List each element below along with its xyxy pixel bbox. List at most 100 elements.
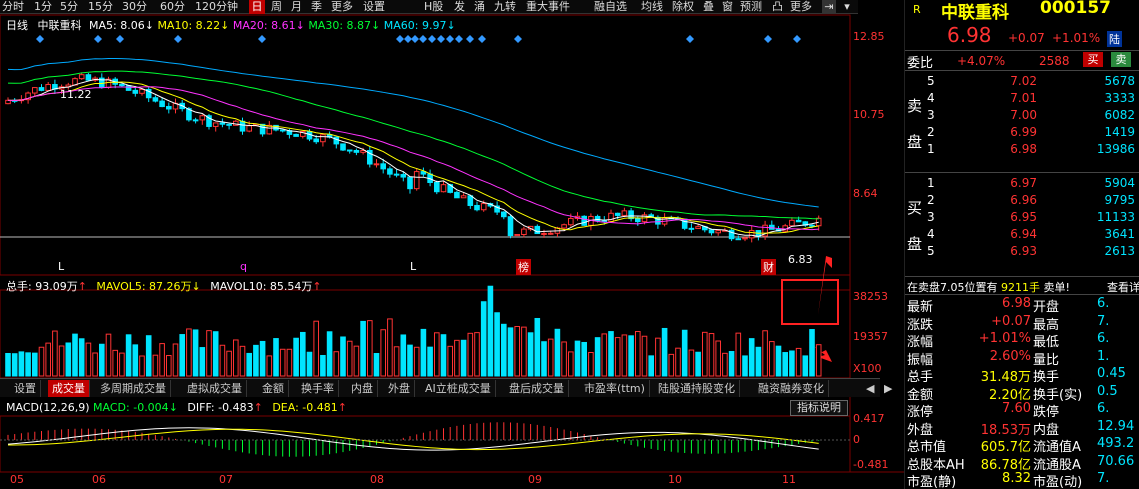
ask-level: 1	[927, 142, 935, 156]
volume-bar	[728, 351, 735, 377]
volume-bar	[588, 352, 594, 377]
stat-value-2: 6.	[1097, 296, 1110, 311]
volume-bar	[273, 338, 279, 377]
bid-level: 5	[927, 244, 935, 258]
ma30-value: MA30: 8.87	[308, 19, 372, 32]
mavol10-arrow-icon: ↑	[312, 280, 322, 293]
candle-body	[735, 238, 742, 241]
sell-button[interactable]: 卖	[1111, 52, 1131, 67]
candle-body	[715, 230, 722, 234]
ma10-line	[7, 81, 819, 234]
volume-bar	[688, 349, 695, 377]
tab-volume[interactable]: 成交量	[48, 380, 90, 397]
signal-diamond-icon	[793, 35, 801, 43]
volume-tick-high: 38253	[853, 290, 888, 303]
indicator-help-button[interactable]: 指标说明	[790, 400, 848, 416]
ma5-arrow-icon: ↓	[144, 19, 154, 32]
candle-body	[594, 215, 601, 222]
bid-volume: 5904	[1104, 176, 1135, 190]
volume-bar	[722, 352, 728, 377]
volume-bar	[574, 340, 581, 377]
period-label: 日线	[6, 19, 28, 32]
ask-level: 4	[927, 91, 935, 105]
candle-body	[340, 143, 346, 151]
signal-diamond-icon	[411, 35, 419, 43]
tab-outer-volume[interactable]: 外盘	[384, 380, 415, 397]
candle-body	[748, 230, 755, 239]
volume-bar	[78, 338, 85, 377]
candle-body	[688, 227, 695, 230]
volume-bar	[132, 344, 139, 377]
tab-settings[interactable]: 设置	[10, 380, 41, 397]
tab-turnover[interactable]: 换手率	[297, 380, 339, 397]
signal-diamond-icon	[764, 35, 772, 43]
ask-price: 6.98	[1010, 142, 1037, 156]
bid-price: 6.97	[1010, 176, 1037, 190]
volume-bar	[367, 320, 373, 377]
tab-hk-connect[interactable]: 陆股通持股变化	[654, 380, 740, 397]
stat-value-2: 7.	[1097, 313, 1110, 329]
volume-bar	[192, 329, 199, 377]
tab-after-hours-volume[interactable]: 盘后成交量	[505, 380, 569, 397]
tab-scroll-left-icon[interactable]: ◀	[862, 380, 878, 397]
volume-bar	[681, 329, 688, 377]
stat-value: 8.32	[1002, 471, 1031, 486]
volume-bar	[166, 355, 172, 377]
stat-label: 总手	[907, 370, 934, 385]
stat-label: 涨停	[907, 405, 934, 420]
candle-body	[621, 210, 628, 216]
candle-body	[85, 74, 92, 81]
low-price-label: 6.83	[788, 253, 813, 266]
signal-diamond-icon	[419, 35, 427, 43]
ask-label-2: 盘	[907, 133, 923, 151]
candle-body	[501, 211, 507, 218]
candle-body	[353, 149, 360, 153]
tab-ai-volume[interactable]: AI立桩成交量	[421, 380, 496, 397]
volume-bar	[742, 355, 748, 377]
signal-diamond-icon	[455, 35, 463, 43]
volume-bar	[413, 346, 420, 377]
rank-badge[interactable]: 榜	[516, 259, 531, 275]
volume-bar	[99, 343, 105, 377]
candle-body	[454, 191, 460, 199]
tab-inner-volume[interactable]: 内盘	[347, 380, 378, 397]
price-tick-high: 12.85	[853, 30, 885, 43]
candle-body	[192, 119, 199, 122]
candle-body	[440, 184, 447, 193]
volume-bar	[25, 352, 31, 377]
divider	[905, 70, 1139, 71]
volume-bar	[554, 328, 561, 377]
volume-unit: X100	[853, 362, 882, 375]
ma60-value: MA60: 9.97	[383, 19, 447, 32]
volume-header: 总手: 93.09万↑ MAVOL5: 87.26万↓ MAVOL10: 85.…	[6, 278, 322, 294]
tab-scroll-right-icon[interactable]: ▶	[880, 380, 896, 397]
volume-bar	[474, 332, 480, 377]
tab-pe-ttm[interactable]: 市盈率(ttm)	[580, 380, 650, 397]
candle-body	[333, 136, 340, 145]
volume-bar	[373, 353, 380, 377]
info-bar[interactable]: 在卖盘7.05位置有 9211手 卖单!	[907, 279, 1070, 295]
volume-bar	[568, 351, 574, 377]
tab-multi-period-volume[interactable]: 多周期成交量	[96, 380, 171, 397]
finance-badge[interactable]: 财	[761, 259, 776, 275]
view-detail-link[interactable]: 查看详	[1107, 279, 1139, 295]
candle-body	[534, 225, 541, 235]
candle-body	[239, 120, 246, 132]
ma10-value: MA10: 8.22	[157, 19, 221, 32]
ask-volume: 6082	[1104, 108, 1135, 122]
kline-chart[interactable]	[0, 0, 904, 489]
tab-virtual-volume[interactable]: 虚拟成交量	[183, 380, 247, 397]
stat-label-2: 量比	[1033, 352, 1060, 368]
buy-button[interactable]: 买	[1083, 52, 1103, 67]
volume-bar	[480, 301, 487, 377]
volume-bar	[387, 318, 393, 377]
volume-bar	[447, 345, 453, 377]
candle-body	[608, 212, 614, 222]
last-price: 6.98	[947, 23, 992, 47]
volume-bar	[119, 352, 125, 377]
stat-label-2: 最高	[1033, 317, 1060, 333]
ask-volume: 5678	[1104, 74, 1135, 88]
tab-amount[interactable]: 金额	[258, 380, 289, 397]
tab-margin[interactable]: 融资融券变化	[754, 380, 829, 397]
volume-bar	[802, 355, 809, 377]
